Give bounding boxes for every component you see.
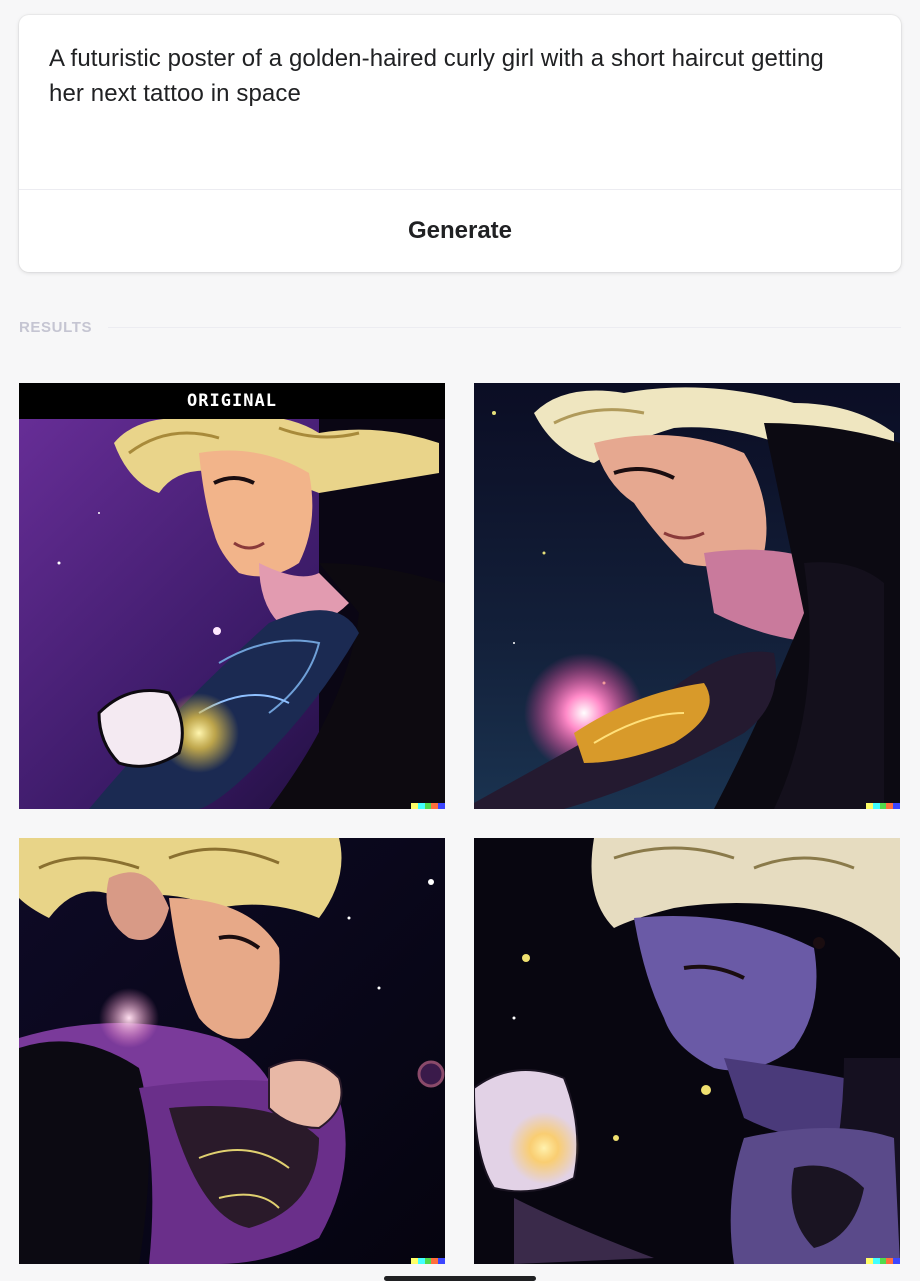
signature-mark	[866, 803, 900, 809]
result-image-2-artwork	[474, 383, 900, 809]
results-header: RESULTS	[19, 316, 901, 338]
original-badge: ORIGINAL	[19, 383, 445, 419]
prompt-input[interactable]: A futuristic poster of a golden-haired c…	[49, 41, 849, 111]
results-divider	[108, 326, 901, 328]
result-image-original[interactable]: ORIGINAL	[19, 383, 445, 809]
signature-mark	[411, 1258, 445, 1264]
signature-mark	[866, 1258, 900, 1264]
signature-mark	[411, 803, 445, 809]
home-indicator	[384, 1276, 536, 1281]
result-image-4[interactable]	[474, 838, 900, 1264]
results-label: RESULTS	[19, 318, 93, 336]
result-image-1-artwork	[19, 383, 445, 809]
result-image-4-artwork	[474, 838, 900, 1264]
result-image-3-artwork	[19, 838, 445, 1264]
prompt-card: A futuristic poster of a golden-haired c…	[19, 15, 901, 272]
generate-button[interactable]: Generate	[19, 190, 901, 272]
result-image-2[interactable]	[474, 383, 900, 809]
result-image-3[interactable]	[19, 838, 445, 1264]
